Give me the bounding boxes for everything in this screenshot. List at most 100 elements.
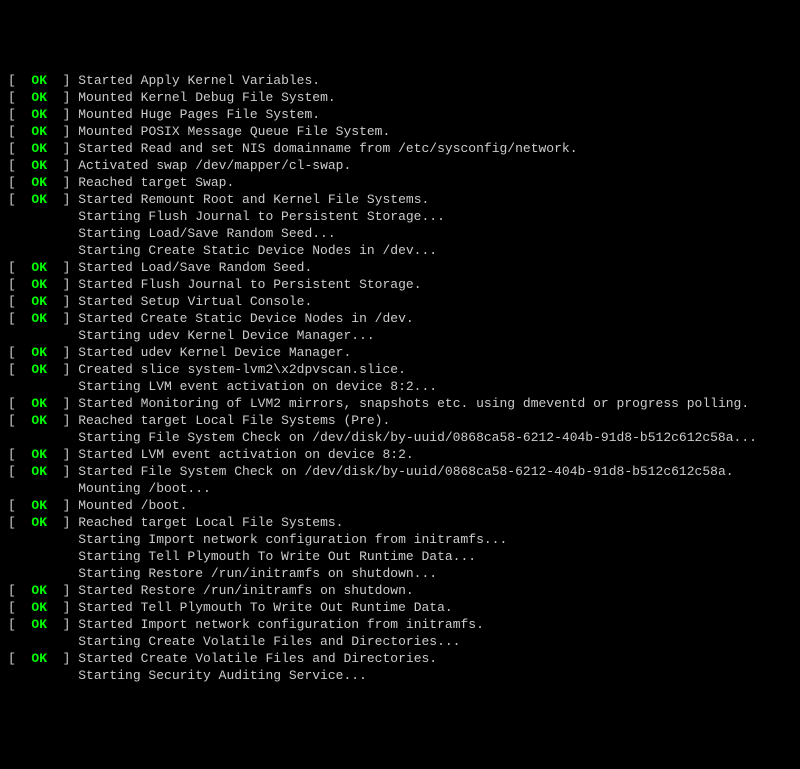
boot-log-line: [ OK ] Reached target Local File Systems… — [8, 514, 792, 531]
boot-log-line: [ OK ] Mounted POSIX Message Queue File … — [8, 123, 792, 140]
status-ok: OK — [31, 413, 47, 428]
boot-log-line: Mounting /boot... — [8, 480, 792, 497]
status-bracket-open: [ — [8, 345, 31, 360]
status-bracket-open: [ — [8, 294, 31, 309]
status-bracket-close: ] — [47, 175, 78, 190]
boot-message: Starting Import network configuration fr… — [78, 532, 507, 547]
status-bracket-close: ] — [47, 498, 78, 513]
boot-message: Started Flush Journal to Persistent Stor… — [78, 277, 421, 292]
status-bracket-close: ] — [47, 600, 78, 615]
boot-log-line: [ OK ] Started Setup Virtual Console. — [8, 293, 792, 310]
boot-log-line: [ OK ] Started File System Check on /dev… — [8, 463, 792, 480]
status-bracket-open: [ — [8, 413, 31, 428]
boot-log-line: [ OK ] Started Create Volatile Files and… — [8, 650, 792, 667]
status-bracket-close: ] — [47, 651, 78, 666]
boot-message: Reached target Local File Systems. — [78, 515, 343, 530]
status-indent — [8, 634, 78, 649]
boot-message: Started LVM event activation on device 8… — [78, 447, 413, 462]
boot-log-line: [ OK ] Started Flush Journal to Persiste… — [8, 276, 792, 293]
status-ok: OK — [31, 447, 47, 462]
status-ok: OK — [31, 73, 47, 88]
status-bracket-open: [ — [8, 617, 31, 632]
boot-log-line: [ OK ] Started Import network configurat… — [8, 616, 792, 633]
status-bracket-open: [ — [8, 498, 31, 513]
status-indent — [8, 328, 78, 343]
status-bracket-close: ] — [47, 277, 78, 292]
status-indent — [8, 481, 78, 496]
status-indent — [8, 549, 78, 564]
status-bracket-open: [ — [8, 73, 31, 88]
status-indent — [8, 668, 78, 683]
boot-log-line: Starting Flush Journal to Persistent Sto… — [8, 208, 792, 225]
boot-log-line: Starting File System Check on /dev/disk/… — [8, 429, 792, 446]
boot-log-line: Starting Create Volatile Files and Direc… — [8, 633, 792, 650]
status-bracket-close: ] — [47, 107, 78, 122]
status-bracket-open: [ — [8, 277, 31, 292]
boot-log-line: [ OK ] Started Apply Kernel Variables. — [8, 72, 792, 89]
status-ok: OK — [31, 515, 47, 530]
status-indent — [8, 566, 78, 581]
boot-log-line: [ OK ] Started Create Static Device Node… — [8, 310, 792, 327]
boot-log-line: [ OK ] Started udev Kernel Device Manage… — [8, 344, 792, 361]
status-indent — [8, 243, 78, 258]
status-bracket-close: ] — [47, 124, 78, 139]
status-ok: OK — [31, 311, 47, 326]
boot-message: Mounting /boot... — [78, 481, 211, 496]
status-indent — [8, 430, 78, 445]
boot-log-line: [ OK ] Mounted /boot. — [8, 497, 792, 514]
boot-message: Starting Flush Journal to Persistent Sto… — [78, 209, 445, 224]
boot-message: Mounted /boot. — [78, 498, 187, 513]
boot-message: Started Read and set NIS domainname from… — [78, 141, 577, 156]
status-bracket-open: [ — [8, 107, 31, 122]
boot-message: Started Tell Plymouth To Write Out Runti… — [78, 600, 452, 615]
boot-message: Started Import network configuration fro… — [78, 617, 484, 632]
status-bracket-close: ] — [47, 260, 78, 275]
boot-message: Mounted Kernel Debug File System. — [78, 90, 335, 105]
boot-message: Started Monitoring of LVM2 mirrors, snap… — [78, 396, 749, 411]
boot-log-line: [ OK ] Started Load/Save Random Seed. — [8, 259, 792, 276]
status-indent — [8, 226, 78, 241]
status-ok: OK — [31, 175, 47, 190]
status-bracket-close: ] — [47, 141, 78, 156]
status-bracket-close: ] — [47, 617, 78, 632]
boot-message: Started Create Volatile Files and Direct… — [78, 651, 437, 666]
boot-message: Started udev Kernel Device Manager. — [78, 345, 351, 360]
boot-message: Started Apply Kernel Variables. — [78, 73, 320, 88]
boot-log-line: Starting udev Kernel Device Manager... — [8, 327, 792, 344]
status-bracket-open: [ — [8, 600, 31, 615]
boot-log-line: [ OK ] Started Restore /run/initramfs on… — [8, 582, 792, 599]
status-bracket-open: [ — [8, 362, 31, 377]
status-bracket-open: [ — [8, 651, 31, 666]
status-ok: OK — [31, 90, 47, 105]
status-ok: OK — [31, 158, 47, 173]
boot-message: Started File System Check on /dev/disk/b… — [78, 464, 733, 479]
boot-message: Started Remount Root and Kernel File Sys… — [78, 192, 429, 207]
status-bracket-open: [ — [8, 311, 31, 326]
boot-message: Started Setup Virtual Console. — [78, 294, 312, 309]
status-bracket-close: ] — [47, 73, 78, 88]
boot-log-line: Starting LVM event activation on device … — [8, 378, 792, 395]
boot-message: Mounted POSIX Message Queue File System. — [78, 124, 390, 139]
status-bracket-close: ] — [47, 294, 78, 309]
status-bracket-close: ] — [47, 515, 78, 530]
boot-message: Started Load/Save Random Seed. — [78, 260, 312, 275]
status-bracket-open: [ — [8, 124, 31, 139]
boot-log-line: [ OK ] Mounted Kernel Debug File System. — [8, 89, 792, 106]
status-bracket-close: ] — [47, 413, 78, 428]
boot-message: Created slice system-lvm2\x2dpvscan.slic… — [78, 362, 406, 377]
status-ok: OK — [31, 464, 47, 479]
boot-log-line: [ OK ] Mounted Huge Pages File System. — [8, 106, 792, 123]
boot-message: Starting Security Auditing Service... — [78, 668, 367, 683]
status-indent — [8, 532, 78, 547]
status-indent — [8, 209, 78, 224]
status-ok: OK — [31, 345, 47, 360]
boot-message: Starting udev Kernel Device Manager... — [78, 328, 374, 343]
boot-log-line: [ OK ] Activated swap /dev/mapper/cl-swa… — [8, 157, 792, 174]
boot-message: Started Create Static Device Nodes in /d… — [78, 311, 413, 326]
boot-log-line: Starting Tell Plymouth To Write Out Runt… — [8, 548, 792, 565]
status-bracket-close: ] — [47, 158, 78, 173]
status-ok: OK — [31, 362, 47, 377]
boot-message: Started Restore /run/initramfs on shutdo… — [78, 583, 413, 598]
boot-message: Starting Load/Save Random Seed... — [78, 226, 335, 241]
boot-log-line: [ OK ] Started Read and set NIS domainna… — [8, 140, 792, 157]
